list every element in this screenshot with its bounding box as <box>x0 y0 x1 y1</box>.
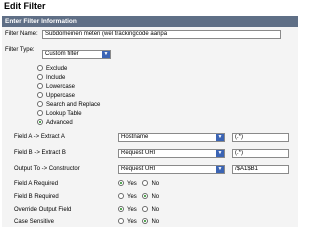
override-output-yes[interactable]: Yes <box>118 206 137 213</box>
field-a-select[interactable]: Hostname ▼ <box>118 133 225 142</box>
radio-icon <box>37 110 43 116</box>
output-select-value: Request URI <box>121 166 156 172</box>
option-lowercase[interactable]: Lowercase <box>37 83 75 91</box>
override-output-options: Yes No <box>118 206 159 214</box>
chevron-down-icon: ▼ <box>216 166 224 173</box>
field-b-required-label: Field B Required <box>14 194 59 200</box>
radio-icon <box>37 83 43 89</box>
radio-selected-icon <box>118 180 124 186</box>
chevron-down-icon: ▼ <box>216 134 224 141</box>
radio-icon <box>142 180 149 186</box>
override-output-label: Override Output Field <box>14 207 72 213</box>
filter-type-label: Filter Type: <box>5 47 35 53</box>
case-sensitive-yes[interactable]: Yes <box>118 218 137 225</box>
radio-selected-icon <box>118 206 124 212</box>
radio-selected-icon <box>142 193 149 199</box>
section-header: Enter Filter Information <box>2 16 298 27</box>
field-b-required-no[interactable]: No <box>142 193 159 200</box>
field-a-required-label: Field A Required <box>14 181 59 187</box>
chevron-down-icon: ▼ <box>102 51 110 58</box>
filter-type-select[interactable]: Custom filter ▼ <box>42 50 111 59</box>
filter-type-value: Custom filter <box>45 51 79 57</box>
case-sensitive-no[interactable]: No <box>142 218 159 225</box>
option-lookup-table[interactable]: Lookup Table <box>37 110 82 118</box>
field-b-select[interactable]: Request URI ▼ <box>118 149 225 158</box>
chevron-down-icon: ▼ <box>216 150 224 157</box>
radio-icon <box>37 65 43 71</box>
field-b-required-options: Yes No <box>118 193 159 201</box>
filter-form: Filter Name: Subdomeinen meten (wel trac… <box>2 27 298 227</box>
radio-icon <box>37 101 43 107</box>
option-include[interactable]: Include <box>37 74 65 82</box>
field-a-select-value: Hostname <box>121 134 149 140</box>
field-a-label: Field A -> Extract A <box>14 134 65 140</box>
radio-icon <box>37 92 43 98</box>
field-b-extract-input[interactable]: (.*) <box>232 149 289 158</box>
field-b-select-value: Request URI <box>121 150 156 156</box>
field-a-extract-input[interactable]: (.*) <box>232 133 289 142</box>
field-a-required-options: Yes No <box>118 180 159 188</box>
override-output-no[interactable]: No <box>142 206 159 213</box>
output-label: Output To -> Constructor <box>14 166 80 172</box>
output-constructor-input[interactable]: /$A1$B1 <box>232 165 289 174</box>
option-exclude[interactable]: Exclude <box>37 65 67 73</box>
radio-icon <box>37 74 43 80</box>
page-title: Edit Filter <box>4 1 46 11</box>
field-a-required-yes[interactable]: Yes <box>118 180 137 187</box>
radio-selected-icon <box>142 218 149 224</box>
field-b-required-yes[interactable]: Yes <box>118 193 137 200</box>
option-advanced[interactable]: Advanced <box>37 119 73 127</box>
radio-icon <box>118 218 124 224</box>
output-select[interactable]: Request URI ▼ <box>118 165 225 174</box>
filter-name-input[interactable]: Subdomeinen meten (wel trackingcode aanp… <box>42 30 281 39</box>
field-b-label: Field B -> Extract B <box>14 150 66 156</box>
case-sensitive-options: Yes No <box>118 218 159 226</box>
radio-selected-icon <box>37 119 43 125</box>
radio-icon <box>142 206 149 212</box>
radio-icon <box>118 193 124 199</box>
option-search-and-replace[interactable]: Search and Replace <box>37 101 100 109</box>
option-uppercase[interactable]: Uppercase <box>37 92 75 100</box>
field-a-required-no[interactable]: No <box>142 180 159 187</box>
case-sensitive-label: Case Sensitive <box>14 219 55 225</box>
filter-name-label: Filter Name: <box>5 31 38 37</box>
